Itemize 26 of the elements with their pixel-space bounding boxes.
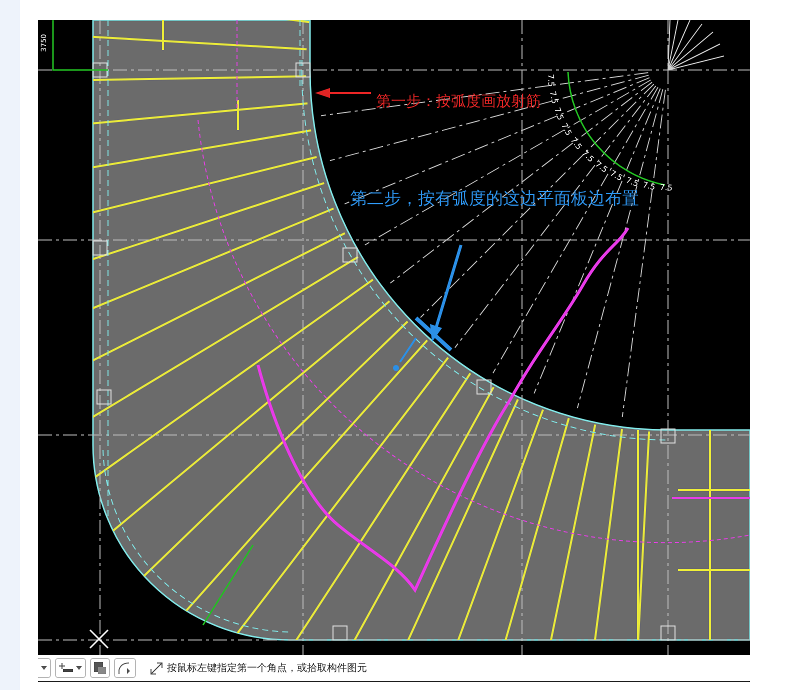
pointer-arrow: [315, 88, 371, 98]
dropdown-button[interactable]: [55, 658, 86, 678]
caret-icon: [41, 666, 47, 670]
plus-bar-icon: [59, 663, 73, 673]
status-prompt: 按鼠标左键指定第一个角点，或拾取构件图元: [167, 662, 367, 675]
angle-label: 7.5: [608, 168, 624, 183]
angle-label: 7.5: [568, 136, 584, 152]
angle-label: 7.5: [552, 106, 566, 122]
layers-icon: [94, 662, 106, 674]
arc-icon: [118, 662, 132, 674]
arc-button[interactable]: [114, 658, 136, 678]
angle-label: 7.5: [594, 160, 610, 174]
cursor-cross-icon: [89, 629, 109, 649]
sun-rays-drawing: [668, 20, 724, 70]
angle-label: 7.5: [548, 90, 560, 105]
angle-label: 7.5: [546, 74, 556, 87]
angle-label: 7.5: [580, 148, 596, 164]
angle-label: 7.5: [624, 176, 640, 189]
caret-icon: [76, 666, 82, 670]
angle-label: 7.5: [660, 182, 673, 193]
layer-button[interactable]: [90, 658, 110, 678]
dropdown-button[interactable]: [38, 658, 51, 678]
angle-label: 7.5: [560, 122, 574, 138]
angle-label: 7.5: [642, 180, 656, 192]
expand-icon: [150, 662, 163, 674]
axis-marker-drawing: [52, 20, 108, 71]
